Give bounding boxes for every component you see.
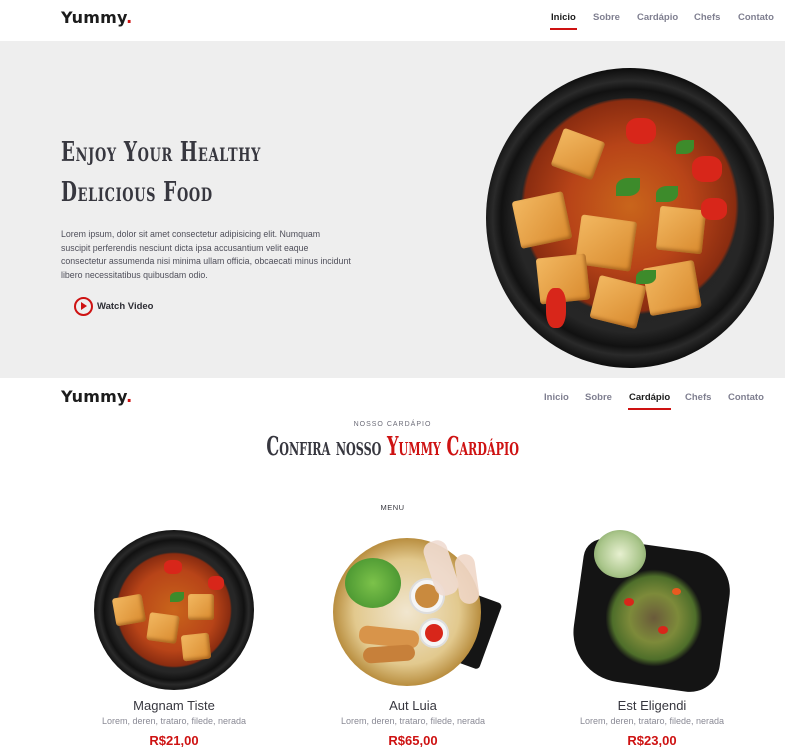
menu-item-description: Lorem, deren, trataro, filede, nerada <box>101 716 247 726</box>
logo[interactable]: Yummy. <box>61 387 132 406</box>
nav-inicio[interactable]: Inicio <box>550 12 577 30</box>
nav-cardapio[interactable]: Cardápio <box>627 392 672 410</box>
menu-item-image <box>293 528 533 692</box>
nav-chefs[interactable]: Chefs <box>694 12 720 23</box>
section-title: Confira nosso Yummy Cardápio <box>266 432 519 462</box>
hero-food-image <box>486 68 774 368</box>
second-header: Yummy. Inicio Sobre Cardápio Chefs Conta… <box>0 378 785 418</box>
nav-inicio[interactable]: Inicio <box>544 392 569 403</box>
section-subtitle: NOSSO CARDÁPIO <box>353 421 432 428</box>
menu-tab[interactable]: MENU <box>0 503 785 512</box>
menu-item-description: Lorem, deren, trataro, filede, nerada <box>579 716 725 726</box>
nav-cardapio[interactable]: Cardápio <box>637 12 678 23</box>
logo[interactable]: Yummy. <box>61 8 132 27</box>
menu-item-image <box>54 528 294 692</box>
menu-item-price: R$65,00 <box>388 733 438 748</box>
hero-image-clip <box>0 41 785 378</box>
top-header: Yummy. Inicio Sobre Cardápio Chefs Conta… <box>0 0 785 41</box>
menu-item-price: R$23,00 <box>627 733 677 748</box>
menu-item[interactable]: Est Eligendi Lorem, deren, trataro, file… <box>532 528 772 748</box>
menu-item-name: Aut Luia <box>389 698 437 713</box>
menu-item-price: R$21,00 <box>149 733 199 748</box>
nav-sobre[interactable]: Sobre <box>593 12 620 23</box>
nav-contato[interactable]: Contato <box>738 12 774 23</box>
menu-item-name: Magnam Tiste <box>133 698 215 713</box>
nav-contato[interactable]: Contato <box>728 392 764 403</box>
nav-sobre[interactable]: Sobre <box>585 392 612 403</box>
menu-item[interactable]: Aut Luia Lorem, deren, trataro, filede, … <box>293 528 533 748</box>
menu-item-name: Est Eligendi <box>617 698 687 713</box>
menu-item[interactable]: Magnam Tiste Lorem, deren, trataro, file… <box>54 528 294 748</box>
nav-chefs[interactable]: Chefs <box>685 392 711 403</box>
menu-item-description: Lorem, deren, trataro, filede, nerada <box>340 716 486 726</box>
menu-item-image <box>532 528 772 696</box>
